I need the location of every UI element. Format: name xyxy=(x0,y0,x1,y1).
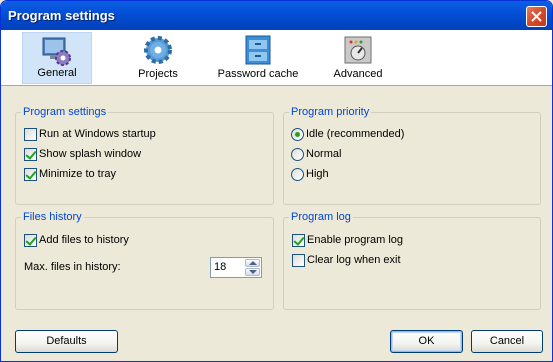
group-title: Program settings xyxy=(21,106,109,118)
max-files-value[interactable]: 18 xyxy=(214,261,226,273)
checkbox-label: Add files to history xyxy=(39,234,129,246)
radio-button[interactable] xyxy=(291,167,304,181)
radio-label: High xyxy=(306,168,329,180)
priority-normal-radio[interactable]: Normal xyxy=(291,146,341,162)
gear-icon xyxy=(144,36,172,64)
checkbox-box[interactable] xyxy=(24,233,37,247)
cancel-button[interactable]: Cancel xyxy=(471,330,543,353)
checkbox-label: Clear log when exit xyxy=(307,254,401,266)
checkbox-label: Show splash window xyxy=(39,148,142,160)
add-files-checkbox[interactable]: Add files to history xyxy=(24,232,129,248)
radio-label: Idle (recommended) xyxy=(306,128,405,140)
tab-projects[interactable]: Projects xyxy=(123,32,193,84)
max-files-label: Max. files in history: xyxy=(24,261,121,273)
radio-label: Normal xyxy=(306,148,342,160)
checkbox-box[interactable] xyxy=(292,233,305,247)
checkbox-label: Minimize to tray xyxy=(39,168,117,180)
control-panel-icon xyxy=(344,36,372,64)
decrement-button[interactable] xyxy=(245,268,260,276)
defaults-button[interactable]: Defaults xyxy=(15,330,118,353)
tab-label: General xyxy=(37,67,77,79)
checkbox-box[interactable] xyxy=(24,167,37,181)
cabinet-icon xyxy=(245,35,271,65)
checkbox-box[interactable] xyxy=(24,127,37,141)
group-title: Program log xyxy=(289,211,353,223)
increment-button[interactable] xyxy=(245,259,260,267)
title-bar[interactable]: Program settings xyxy=(1,1,552,30)
tab-label: Password cache xyxy=(217,68,299,80)
priority-idle-radio[interactable]: Idle (recommended) xyxy=(291,126,404,142)
stepper-buttons xyxy=(245,259,260,276)
gear-monitor-icon xyxy=(42,37,71,66)
clear-log-checkbox[interactable]: Clear log when exit xyxy=(292,252,401,268)
category-toolbar: General Projects Password cache Advanced xyxy=(1,30,552,86)
ok-button[interactable]: OK xyxy=(390,330,463,353)
checkbox-label: Run at Windows startup xyxy=(39,128,156,140)
window-title: Program settings xyxy=(8,8,115,23)
tab-label: Advanced xyxy=(333,68,383,80)
radio-button[interactable] xyxy=(291,147,304,161)
tab-label: Projects xyxy=(138,68,178,80)
enable-log-checkbox[interactable]: Enable program log xyxy=(292,232,403,248)
checkbox-label: Enable program log xyxy=(307,234,404,246)
tab-advanced[interactable]: Advanced xyxy=(323,32,393,84)
radio-button[interactable] xyxy=(291,127,304,141)
tab-password-cache[interactable]: Password cache xyxy=(215,32,301,84)
checkbox-box[interactable] xyxy=(24,147,37,161)
group-title: Program priority xyxy=(289,106,372,118)
max-files-stepper[interactable]: 18 xyxy=(210,257,262,278)
settings-window: Program settings General Projects Passwo… xyxy=(0,0,553,362)
run-at-startup-checkbox[interactable]: Run at Windows startup xyxy=(24,126,156,142)
show-splash-checkbox[interactable]: Show splash window xyxy=(24,146,141,162)
minimize-to-tray-checkbox[interactable]: Minimize to tray xyxy=(24,166,116,182)
close-button[interactable] xyxy=(526,6,547,27)
priority-high-radio[interactable]: High xyxy=(291,166,329,182)
close-icon xyxy=(531,11,542,22)
checkbox-box[interactable] xyxy=(292,253,305,267)
tab-general[interactable]: General xyxy=(22,32,92,84)
group-title: Files history xyxy=(21,211,84,223)
